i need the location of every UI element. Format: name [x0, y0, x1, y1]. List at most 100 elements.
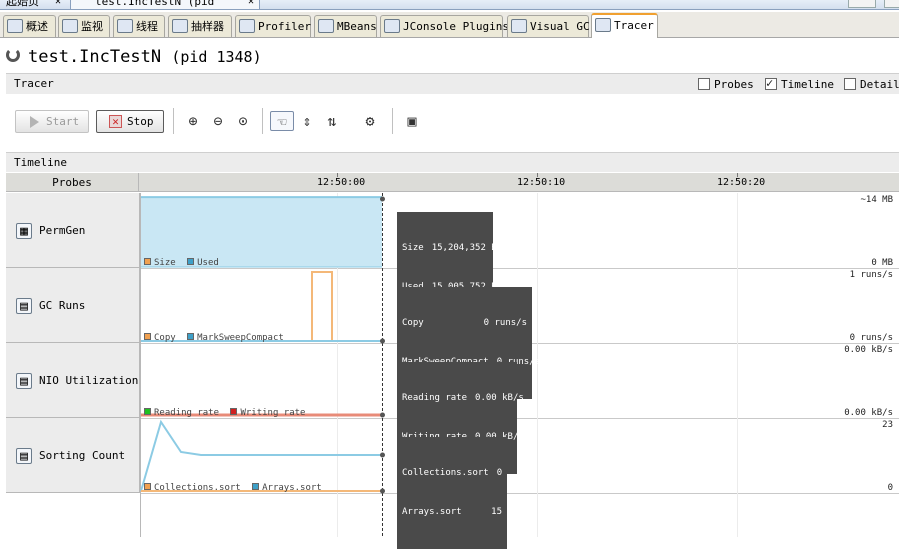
zoom-out-icon[interactable]: ⊖ [208, 111, 228, 131]
section-title: Tracer [14, 77, 54, 90]
toolbar-separator [392, 108, 393, 134]
legend-label: Writing rate [240, 408, 306, 418]
tick-label: 12:50:00 [317, 177, 366, 188]
probe-name: GC Runs [39, 299, 86, 312]
sort-tooltip: Collections.sort 0 Arrays.sort 15 [397, 437, 507, 549]
legend-swatch [144, 333, 151, 340]
vertical-resize-icon[interactable]: ⇅ [322, 111, 342, 131]
probe-row-sorting-count[interactable]: ▤ Sorting Count [6, 418, 140, 493]
tooltip-row: Collections.sort 0 [402, 467, 502, 480]
nio-axis-max: 0.00 kB/s [844, 345, 893, 355]
tab-mbeans[interactable]: MBeans [314, 15, 377, 37]
sampler-icon [172, 19, 188, 33]
permgen-axis-max: ~14 MB [860, 195, 893, 205]
legend-swatch [144, 408, 151, 415]
probe-list-empty [6, 493, 140, 537]
running-spinner-icon [6, 48, 20, 62]
tab-overview[interactable]: 概述 [3, 15, 56, 37]
zoom-fit-icon[interactable]: ⊙ [233, 111, 253, 131]
timeline-header: Probes 12:50:00 12:50:10 12:50:20 [6, 173, 899, 192]
visualgc-icon [511, 19, 527, 33]
sort-axis-min: 0 [887, 483, 893, 493]
tab-mbeans-label: MBeans [337, 20, 377, 33]
checkbox-box [844, 78, 856, 90]
tooltip-value: 0 [496, 468, 503, 478]
permgen-legend: Size Used [144, 258, 219, 268]
stop-button-label: Stop [127, 115, 154, 128]
permgen-axis-min: 0 MB [871, 258, 893, 268]
probes-checkbox[interactable]: Probes [698, 78, 754, 91]
tab-profiler[interactable]: Profiler [235, 15, 311, 37]
close-icon[interactable]: ✕ [55, 0, 61, 9]
legend-label: Copy [154, 333, 176, 343]
legend-label: Collections.sort [154, 483, 241, 493]
tooltip-value: 0.00 kB/s [475, 393, 524, 403]
tab-monitor[interactable]: 监视 [58, 15, 110, 37]
probe-icon: ▤ [16, 373, 32, 389]
restore-window-button[interactable] [884, 0, 899, 8]
tab-sampler[interactable]: 抽样器 [168, 15, 232, 37]
tracer-section-header: Tracer Probes Timeline Details [6, 73, 899, 94]
probe-row-gc-runs[interactable]: ▤ GC Runs [6, 268, 140, 343]
probe-icon: ▤ [16, 298, 32, 314]
nio-axis-min: 0.00 kB/s [844, 408, 893, 418]
tooltip-label: Collections.sort [402, 468, 489, 478]
window-menu-button[interactable] [848, 0, 876, 8]
tab-threads[interactable]: 线程 [113, 15, 165, 37]
nio-legend: Reading rate Writing rate [144, 408, 305, 418]
tooltip-row: Reading rate 0.00 kB/s [402, 392, 524, 405]
cursor-marker [380, 338, 385, 344]
export-icon[interactable]: ▣ [402, 111, 422, 131]
mbeans-icon [318, 19, 334, 33]
probe-row-nio-utilization[interactable]: ▤ NIO Utilization [6, 343, 140, 418]
timeline-charts[interactable]: ~14 MB 0 MB 1 runs/s 0 runs/s 0.00 kB/s … [140, 193, 899, 549]
overview-icon [7, 19, 23, 33]
tooltip-row: Size 15,204,352 B [402, 242, 497, 255]
legend-label: Arrays.sort [262, 483, 322, 493]
stop-button[interactable]: ✕ Stop [96, 110, 164, 133]
probe-name: NIO Utilization [39, 374, 139, 387]
tab-application-label: test.IncTestN (pid 1348) [95, 0, 215, 8]
close-icon[interactable]: ✕ [248, 0, 254, 9]
tab-visual-gc[interactable]: Visual GC [507, 15, 590, 37]
zoom-in-icon[interactable]: ⊕ [183, 111, 203, 131]
tab-sampler-label: 抽样器 [191, 20, 224, 33]
tooltip-value: 15 [491, 507, 502, 517]
settings-icon[interactable]: ⚙ [360, 111, 380, 131]
tab-tracer[interactable]: Tracer [591, 13, 658, 38]
tooltip-label: Copy [402, 318, 424, 328]
tick-label: 12:50:10 [517, 177, 566, 188]
horizontal-resize-icon[interactable]: ⇕ [297, 111, 317, 131]
gc-copy-series [141, 271, 382, 342]
cursor-marker [380, 196, 385, 202]
profiler-icon [239, 19, 255, 33]
jconsole-icon [384, 19, 400, 33]
tab-tracer-label: Tracer [614, 19, 654, 32]
tab-application[interactable]: test.IncTestN (pid 1348) [70, 0, 260, 9]
section-title: Timeline [14, 156, 67, 169]
tracer-toolbar: Start ✕ Stop ⊕ ⊖ ⊙ ☜ ⇕ ⇅ ⚙ ▣ [6, 100, 899, 142]
threads-icon [117, 19, 133, 33]
timeline-section-header: Timeline [6, 152, 899, 172]
select-mode-icon[interactable]: ☜ [270, 111, 294, 131]
start-button-label: Start [46, 115, 80, 128]
tab-threads-label: 线程 [136, 20, 158, 33]
legend-swatch [144, 483, 151, 490]
gc-legend: Copy MarkSweepCompact [144, 333, 284, 343]
probes-column-header[interactable]: Probes [6, 173, 139, 192]
permgen-used-area [141, 197, 382, 267]
stop-icon: ✕ [109, 115, 122, 128]
monitor-icon [62, 19, 78, 33]
tab-jconsole-plugins[interactable]: JConsole Plugins [380, 15, 509, 37]
start-button[interactable]: Start [15, 110, 89, 133]
legend-swatch [230, 408, 238, 415]
tab-jconsole-plugins-label: JConsole Plugins [403, 20, 509, 33]
details-checkbox[interactable]: Details [844, 78, 899, 91]
legend-swatch [187, 333, 195, 340]
probe-row-permgen[interactable]: ▦ PermGen [6, 193, 140, 268]
tab-monitor-label: 监视 [81, 20, 103, 33]
tab-overview-label: 概述 [26, 20, 48, 33]
cursor-marker [380, 412, 385, 418]
timeline-checkbox[interactable]: Timeline [765, 76, 834, 91]
gc-axis-min: 0 runs/s [849, 333, 893, 343]
